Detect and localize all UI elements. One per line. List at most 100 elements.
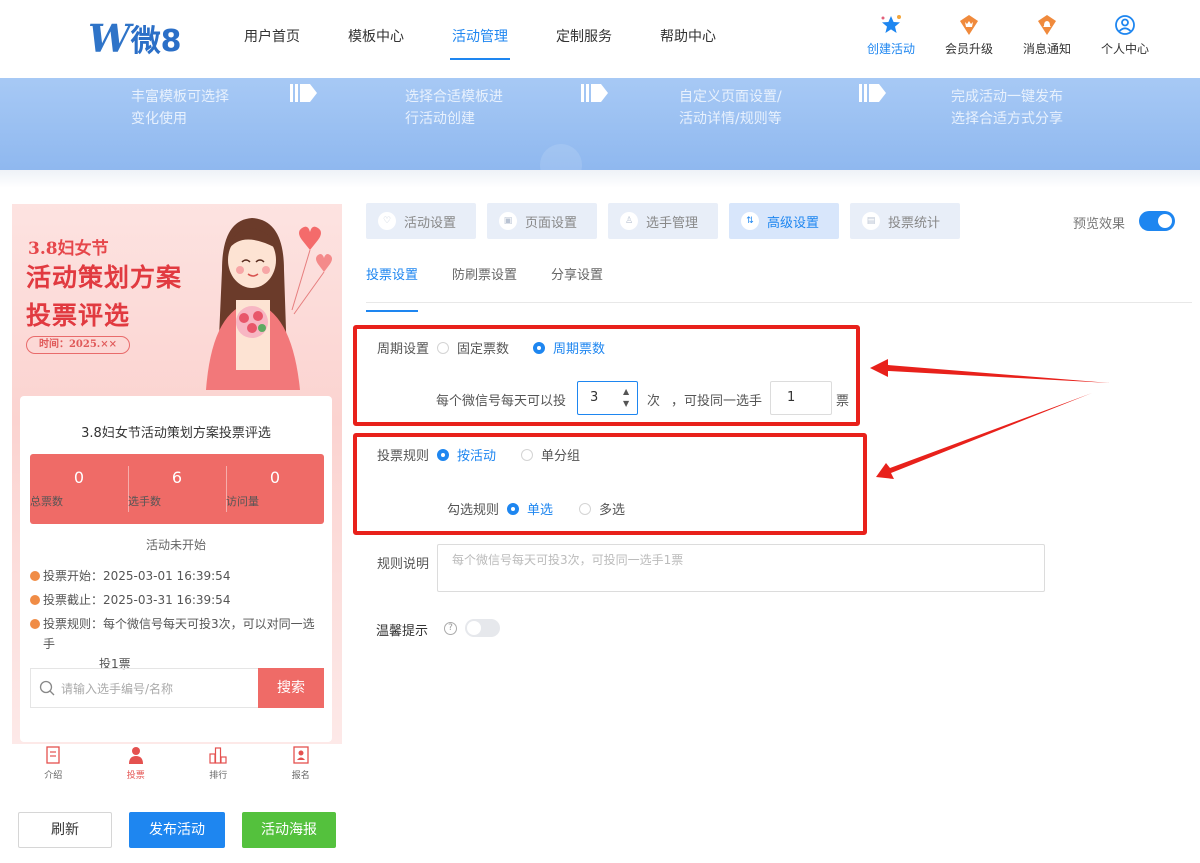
nav-help[interactable]: 帮助中心 bbox=[636, 0, 740, 78]
subtab-share-settings[interactable]: 分享设置 bbox=[551, 260, 603, 302]
stat-label: 访问量 bbox=[226, 495, 259, 508]
logo[interactable]: W 微8 bbox=[88, 15, 188, 61]
section-divider bbox=[0, 170, 1200, 188]
tip-toggle[interactable] bbox=[465, 619, 500, 637]
notification-label: 消息通知 bbox=[1022, 42, 1071, 56]
clock-icon bbox=[30, 595, 40, 605]
radio-cycle-votes[interactable]: 周期票数 bbox=[533, 338, 605, 357]
nav-templates[interactable]: 模板中心 bbox=[324, 0, 428, 78]
info-end: 投票截止：2025-03-31 16:39:54 bbox=[30, 590, 230, 610]
player-search: 请输入选手编号/名称 搜索 bbox=[30, 668, 324, 708]
logo-text: 微8 bbox=[130, 24, 182, 59]
per-day-stepper[interactable]: 3 ▲ ▼ bbox=[577, 381, 638, 415]
page-icon: ▣ bbox=[499, 212, 517, 230]
banner-step-4-line2: 选择合适方式分享 bbox=[951, 111, 1063, 127]
stat-visits: 0 访问量 bbox=[226, 454, 324, 524]
create-activity-link[interactable]: 创建活动 bbox=[852, 14, 930, 57]
preview-toggle[interactable] bbox=[1139, 211, 1175, 231]
publish-button[interactable]: 发布活动 bbox=[129, 812, 225, 848]
tab-intro[interactable]: 介绍 bbox=[12, 744, 95, 788]
radio-circle bbox=[521, 448, 533, 461]
notification-link[interactable]: 消息通知 bbox=[1008, 14, 1086, 57]
rule-desc-textarea[interactable]: 每个微信号每天可投3次，可投同一选手1票 bbox=[437, 544, 1045, 592]
subtab-vote-settings[interactable]: 投票设置 bbox=[366, 260, 419, 312]
banner-step-3-line1: 自定义页面设置/ bbox=[679, 89, 782, 105]
vote-subtabs: 投票设置 防刷票设置 分享设置 bbox=[366, 260, 1192, 312]
radio-by-activity[interactable]: 按活动 bbox=[437, 445, 496, 464]
tab-rank[interactable]: 排行 bbox=[177, 744, 260, 788]
nav-home[interactable]: 用户首页 bbox=[220, 0, 324, 78]
banner-step-2-line1: 选择合适模板进 bbox=[405, 89, 503, 105]
radio-label: 多选 bbox=[599, 503, 626, 518]
document-icon bbox=[12, 744, 95, 764]
times-unit: 次 bbox=[647, 394, 661, 409]
tip-label: 温馨提示 bbox=[376, 624, 429, 639]
create-activity-label: 创建活动 bbox=[866, 42, 915, 56]
search-button[interactable]: 搜索 bbox=[258, 668, 324, 708]
nav-custom-service[interactable]: 定制服务 bbox=[532, 0, 636, 78]
banner-step-4: 完成活动一键发布 选择合适方式分享 bbox=[951, 86, 1063, 130]
same-player-label: ，可投同一选手 bbox=[671, 394, 763, 409]
step-arrow-icon bbox=[859, 84, 886, 102]
radio-circle bbox=[533, 341, 545, 354]
poster-time-tag: 时间：2025.×× bbox=[26, 336, 130, 354]
info-start-text: 投票开始：2025-03-01 16:39:54 bbox=[43, 569, 231, 583]
radio-single-select[interactable]: 单选 bbox=[507, 499, 553, 518]
signup-icon bbox=[260, 744, 343, 764]
tab-label: 页面设置 bbox=[525, 215, 578, 231]
info-rule: 投票规则：每个微信号每天可投3次，可以对同一选手 投1票 bbox=[30, 614, 322, 674]
tab-activity-settings[interactable]: ♡ 活动设置 bbox=[366, 203, 476, 239]
activity-poster-button[interactable]: 活动海报 bbox=[242, 812, 336, 848]
crown-badge-icon bbox=[930, 14, 1008, 36]
tab-rank-label: 排行 bbox=[209, 771, 228, 781]
tab-player-management[interactable]: ♙ 选手管理 bbox=[608, 203, 718, 239]
banner-step-1-line2: 变化使用 bbox=[131, 111, 187, 127]
radio-circle bbox=[437, 341, 449, 354]
banner-step-3-line2: 活动详情/规则等 bbox=[679, 111, 782, 127]
nav-activities[interactable]: 活动管理 bbox=[428, 0, 532, 78]
tab-advanced-settings[interactable]: ⇅ 高级设置 bbox=[729, 203, 839, 239]
logo-mark: W bbox=[88, 15, 131, 61]
radio-fixed-votes[interactable]: 固定票数 bbox=[437, 338, 509, 357]
user-center-label: 个人中心 bbox=[1100, 42, 1149, 56]
radio-multi-select[interactable]: 多选 bbox=[579, 499, 625, 518]
refresh-button[interactable]: 刷新 bbox=[18, 812, 112, 848]
tab-signup-label: 报名 bbox=[291, 771, 310, 781]
stats-bar: 0 总票数 6 选手数 0 访问量 bbox=[30, 454, 324, 524]
search-placeholder: 请输入选手编号/名称 bbox=[61, 681, 174, 696]
stat-label: 选手数 bbox=[128, 495, 161, 508]
poster-line3: 投票评选 bbox=[26, 301, 131, 330]
per-day-value: 3 bbox=[590, 390, 599, 405]
radio-circle bbox=[579, 502, 591, 515]
activity-poster: 3.8妇女节 活动策划方案 投票评选 时间：2025.×× bbox=[12, 204, 342, 394]
search-input[interactable]: 请输入选手编号/名称 bbox=[30, 668, 258, 708]
tab-vote-statistics[interactable]: ▤ 投票统计 bbox=[850, 203, 960, 239]
banner-step-2-line2: 行活动创建 bbox=[405, 111, 475, 127]
header-actions: 创建活动 会员升级 消息通知 个人中心 bbox=[852, 14, 1164, 57]
arrow-to-cycle bbox=[870, 359, 1110, 383]
tab-label: 投票统计 bbox=[888, 215, 941, 231]
caret-down-icon[interactable]: ▼ bbox=[623, 399, 631, 409]
same-player-input[interactable]: 1 bbox=[770, 381, 832, 415]
tab-page-settings[interactable]: ▣ 页面设置 bbox=[487, 203, 597, 239]
user-center-link[interactable]: 个人中心 bbox=[1086, 14, 1164, 57]
stat-value: 0 bbox=[73, 468, 85, 487]
tab-vote[interactable]: 投票 bbox=[95, 744, 178, 788]
preview-toggle-label: 预览效果 bbox=[1073, 217, 1126, 232]
subtab-anti-fraud[interactable]: 防刷票设置 bbox=[452, 260, 517, 302]
member-upgrade-label: 会员升级 bbox=[944, 42, 993, 56]
radio-by-group[interactable]: 单分组 bbox=[521, 445, 580, 464]
woman-illustration bbox=[206, 218, 332, 390]
radio-circle bbox=[437, 448, 449, 461]
radio-label: 单分组 bbox=[541, 449, 581, 464]
mobile-preview: 3.8妇女节 活动策划方案 投票评选 时间：2025.×× 3.8妇女节活动策划… bbox=[12, 204, 342, 744]
member-upgrade-link[interactable]: 会员升级 bbox=[930, 14, 1008, 57]
caret-up-icon[interactable]: ▲ bbox=[623, 387, 631, 397]
tab-signup[interactable]: 报名 bbox=[260, 744, 343, 788]
help-icon[interactable]: ? bbox=[444, 622, 457, 635]
radio-label: 按活动 bbox=[457, 449, 497, 464]
banner-decoration bbox=[540, 144, 582, 170]
bar-rank-icon bbox=[177, 744, 260, 764]
info-rule-line1: 投票规则：每个微信号每天可投3次，可以对同一选手 bbox=[43, 617, 315, 651]
stat-value: 0 bbox=[269, 468, 281, 487]
